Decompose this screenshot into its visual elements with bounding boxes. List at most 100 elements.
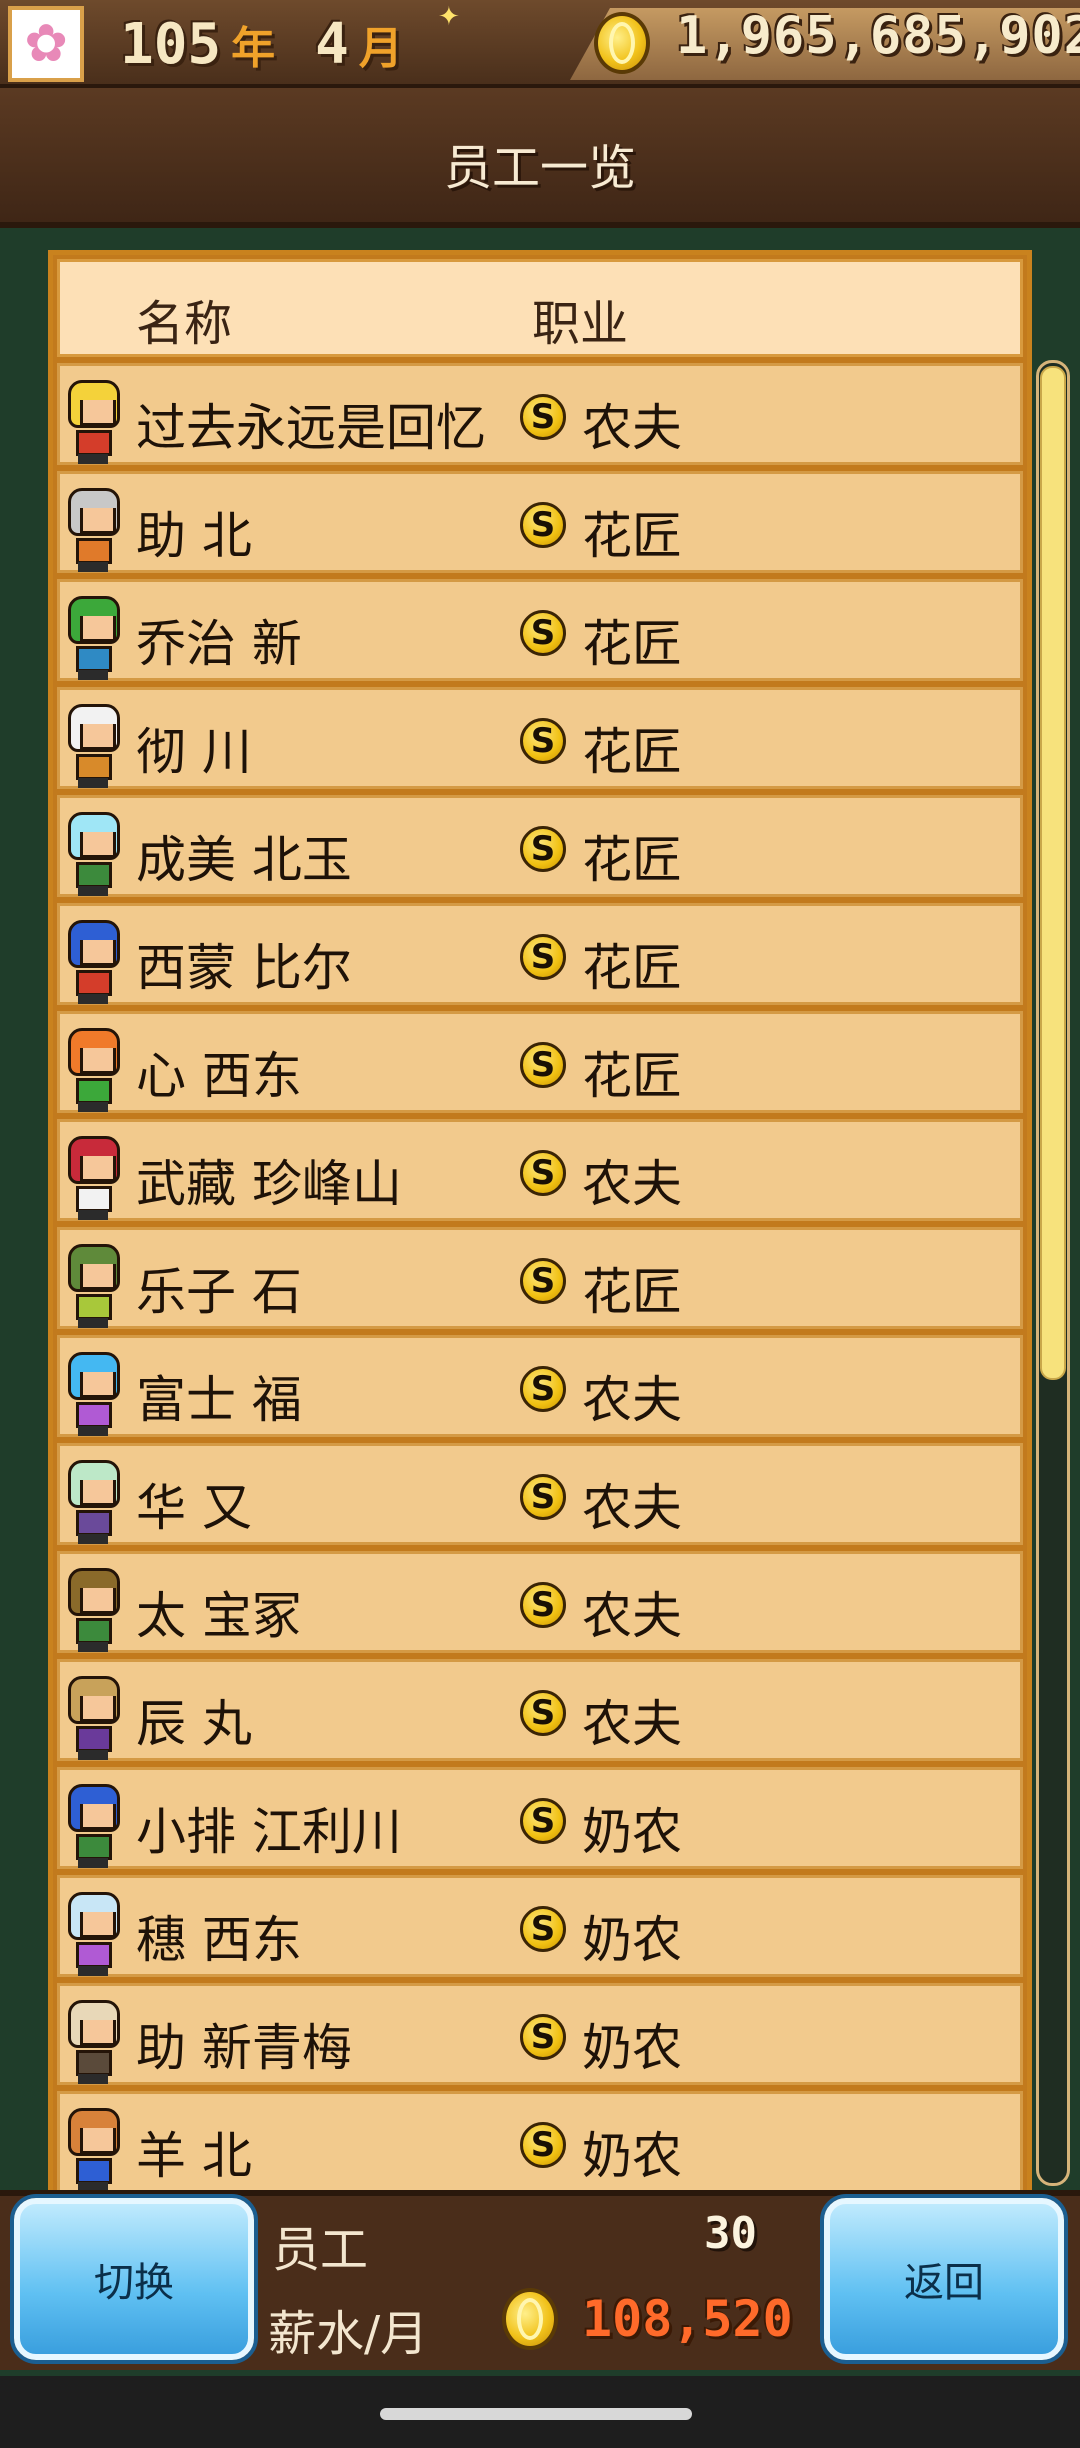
scrollbar-thumb[interactable] xyxy=(1040,366,1066,1380)
row-background[interactable]: 羊 北 S 奶农 xyxy=(57,2091,1023,2193)
staff-job: 农夫 xyxy=(582,1695,682,1753)
table-row[interactable]: 乐子 石 S 花匠 xyxy=(53,1227,1027,1335)
staff-name: 辰 丸 xyxy=(136,1695,252,1753)
staff-name: 西蒙 比尔 xyxy=(136,939,352,997)
table-row[interactable]: 助 北 S 花匠 xyxy=(53,471,1027,579)
staff-job: 花匠 xyxy=(582,831,682,889)
list-header: 名称 职业 xyxy=(57,259,1023,357)
row-background[interactable]: 彻 川 S 花匠 xyxy=(57,687,1023,789)
table-row[interactable]: 西蒙 比尔 S 花匠 xyxy=(53,903,1027,1011)
sparkle-icon: ✦ xyxy=(438,2,460,32)
staff-job: 农夫 xyxy=(582,1155,682,1213)
staff-job: 农夫 xyxy=(582,1479,682,1537)
table-row[interactable]: 心 西东 S 花匠 xyxy=(53,1011,1027,1119)
gold-coin-icon xyxy=(594,12,650,74)
staff-avatar-icon xyxy=(62,1778,126,1868)
table-row[interactable]: 羊 北 S 奶农 xyxy=(53,2091,1027,2195)
staff-job: 花匠 xyxy=(582,1263,682,1321)
row-background[interactable]: 华 又 S 农夫 xyxy=(57,1443,1023,1545)
staff-avatar-icon xyxy=(62,482,126,572)
game-date: 105 年 4 月 xyxy=(120,6,403,82)
row-background[interactable]: 穗 西东 S 奶农 xyxy=(57,1875,1023,1977)
home-gesture-pill[interactable] xyxy=(380,2408,692,2420)
row-background[interactable]: 辰 丸 S 农夫 xyxy=(57,1659,1023,1761)
table-row[interactable]: 过去永远是回忆 S 农夫 xyxy=(53,363,1027,471)
staff-name: 穗 西东 xyxy=(136,1911,302,1969)
staff-name: 过去永远是回忆 xyxy=(136,399,486,457)
s-rank-icon: S xyxy=(520,1906,566,1952)
table-row[interactable]: 助 新青梅 S 奶农 xyxy=(53,1983,1027,2091)
staff-avatar-icon xyxy=(62,1238,126,1328)
s-rank-icon: S xyxy=(520,1474,566,1520)
s-rank-icon: S xyxy=(520,1258,566,1304)
table-row[interactable]: 华 又 S 农夫 xyxy=(53,1443,1027,1551)
money-total: 1,965,685,902 xyxy=(676,6,1080,66)
staff-avatar-icon xyxy=(62,1994,126,2084)
s-rank-icon: S xyxy=(520,1150,566,1196)
staff-name: 华 又 xyxy=(136,1479,252,1537)
flower-icon[interactable]: ✿ xyxy=(8,6,84,82)
staff-avatar-icon xyxy=(62,1346,126,1436)
staff-avatar-icon xyxy=(62,806,126,896)
staff-job: 奶农 xyxy=(582,2019,682,2077)
row-background[interactable]: 过去永远是回忆 S 农夫 xyxy=(57,363,1023,465)
row-background[interactable]: 小排 江利川 S 奶农 xyxy=(57,1767,1023,1869)
s-rank-icon: S xyxy=(520,934,566,980)
row-background[interactable]: 成美 北玉 S 花匠 xyxy=(57,795,1023,897)
back-button[interactable]: 返回 xyxy=(824,2198,1064,2360)
staff-name: 太 宝冢 xyxy=(136,1587,302,1645)
s-rank-icon: S xyxy=(520,2014,566,2060)
table-row[interactable]: 太 宝冢 S 农夫 xyxy=(53,1551,1027,1659)
page-title: 员工一览 xyxy=(443,140,636,196)
staff-avatar-icon xyxy=(62,1670,126,1760)
row-background[interactable]: 太 宝冢 S 农夫 xyxy=(57,1551,1023,1653)
row-background[interactable]: 助 新青梅 S 奶农 xyxy=(57,1983,1023,2085)
row-background[interactable]: 武藏 珍峰山 S 农夫 xyxy=(57,1119,1023,1221)
staff-job: 农夫 xyxy=(582,1371,682,1429)
row-background[interactable]: 富士 福 S 农夫 xyxy=(57,1335,1023,1437)
table-row[interactable]: 辰 丸 S 农夫 xyxy=(53,1659,1027,1767)
staff-avatar-icon xyxy=(62,1454,126,1544)
staff-name: 乔治 新 xyxy=(136,615,302,673)
salary-label: 薪水/月 xyxy=(268,2306,429,2362)
staff-rows[interactable]: 过去永远是回忆 S 农夫助 北 S 花匠 乔治 新 S 花匠彻 川 S 花匠 成美 北玉 S 花匠 西蒙 … xyxy=(53,363,1027,2195)
row-background[interactable]: 西蒙 比尔 S 花匠 xyxy=(57,903,1023,1005)
staff-name: 乐子 石 xyxy=(136,1263,302,1321)
salary-value: 108,520 xyxy=(582,2290,793,2348)
year-unit: 年 xyxy=(231,23,276,74)
title-bar: 员工一览 xyxy=(0,88,1080,228)
row-background[interactable]: 心 西东 S 花匠 xyxy=(57,1011,1023,1113)
row-background[interactable]: 乐子 石 S 花匠 xyxy=(57,1227,1023,1329)
staff-name: 成美 北玉 xyxy=(136,831,352,889)
table-row[interactable]: 小排 江利川 S 奶农 xyxy=(53,1767,1027,1875)
staff-avatar-icon xyxy=(62,1886,126,1976)
table-row[interactable]: 穗 西东 S 奶农 xyxy=(53,1875,1027,1983)
row-background[interactable]: 助 北 S 花匠 xyxy=(57,471,1023,573)
staff-avatar-icon xyxy=(62,374,126,464)
staff-name: 彻 川 xyxy=(136,723,252,781)
staff-job: 花匠 xyxy=(582,1047,682,1105)
table-row[interactable]: 乔治 新 S 花匠 xyxy=(53,579,1027,687)
s-rank-icon: S xyxy=(520,394,566,440)
staff-job: 花匠 xyxy=(582,939,682,997)
staff-name: 助 北 xyxy=(136,507,252,565)
table-row[interactable]: 富士 福 S 农夫 xyxy=(53,1335,1027,1443)
staff-count: 30 xyxy=(704,2208,757,2259)
year-value: 105 xyxy=(120,11,222,77)
s-rank-icon: S xyxy=(520,610,566,656)
table-row[interactable]: 成美 北玉 S 花匠 xyxy=(53,795,1027,903)
table-row[interactable]: 彻 川 S 花匠 xyxy=(53,687,1027,795)
staff-job: 花匠 xyxy=(582,507,682,565)
month-unit: 月 xyxy=(358,23,403,74)
staff-name: 富士 福 xyxy=(136,1371,302,1429)
staff-name: 羊 北 xyxy=(136,2127,252,2185)
staff-list-screen: ✿ 105 年 4 月 ✦ 1,965,685,902 qxbp9ugf 员工一… xyxy=(0,0,1080,2448)
staff-list-panel: 名称 职业 过去永远是回忆 S 农夫助 北 S 花匠 乔治 新 S 花匠彻 川 S 花匠 成美 北玉… xyxy=(48,250,1032,2200)
table-row[interactable]: 武藏 珍峰山 S 农夫 xyxy=(53,1119,1027,1227)
row-background[interactable]: 乔治 新 S 花匠 xyxy=(57,579,1023,681)
s-rank-icon: S xyxy=(520,1042,566,1088)
switch-button[interactable]: 切换 xyxy=(14,2198,254,2360)
column-header-name: 名称 xyxy=(136,296,233,352)
staff-job: 花匠 xyxy=(582,723,682,781)
staff-name: 心 西东 xyxy=(136,1047,302,1105)
